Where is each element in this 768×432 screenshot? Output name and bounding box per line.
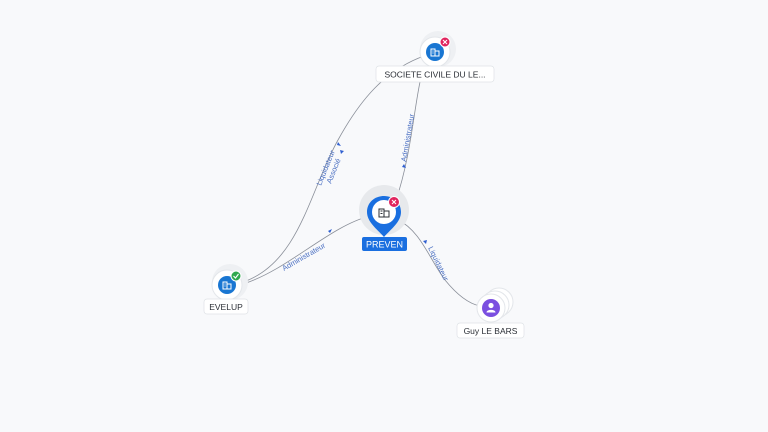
- edge-label-preven-guy: Liquidateur: [426, 245, 451, 283]
- relationship-graph: Administrateur Administrateur Liquidateu…: [203, 31, 525, 339]
- node-label-guy: Guy LE BARS: [464, 326, 518, 336]
- node-evelup[interactable]: EVELUP: [203, 264, 249, 315]
- node-label-preven: PREVEN: [366, 240, 403, 250]
- edge-label-evelup-preven: Administrateur: [281, 241, 328, 273]
- edge-label-preven-sci: Administrateur: [399, 113, 416, 163]
- node-guy[interactable]: Guy LE BARS: [456, 287, 525, 339]
- arrow-icon: [337, 142, 341, 146]
- arrow-icon: [328, 229, 332, 233]
- node-sci[interactable]: SOCIETE CIVILE DU LE...: [375, 31, 495, 83]
- status-active-badge: [230, 270, 242, 282]
- arrow-icon: [423, 240, 427, 244]
- arrow-icon: [340, 150, 344, 154]
- node-label-sci: SOCIETE CIVILE DU LE...: [384, 70, 485, 80]
- node-label-evelup: EVELUP: [209, 302, 243, 312]
- node-preven[interactable]: PREVEN: [359, 185, 409, 251]
